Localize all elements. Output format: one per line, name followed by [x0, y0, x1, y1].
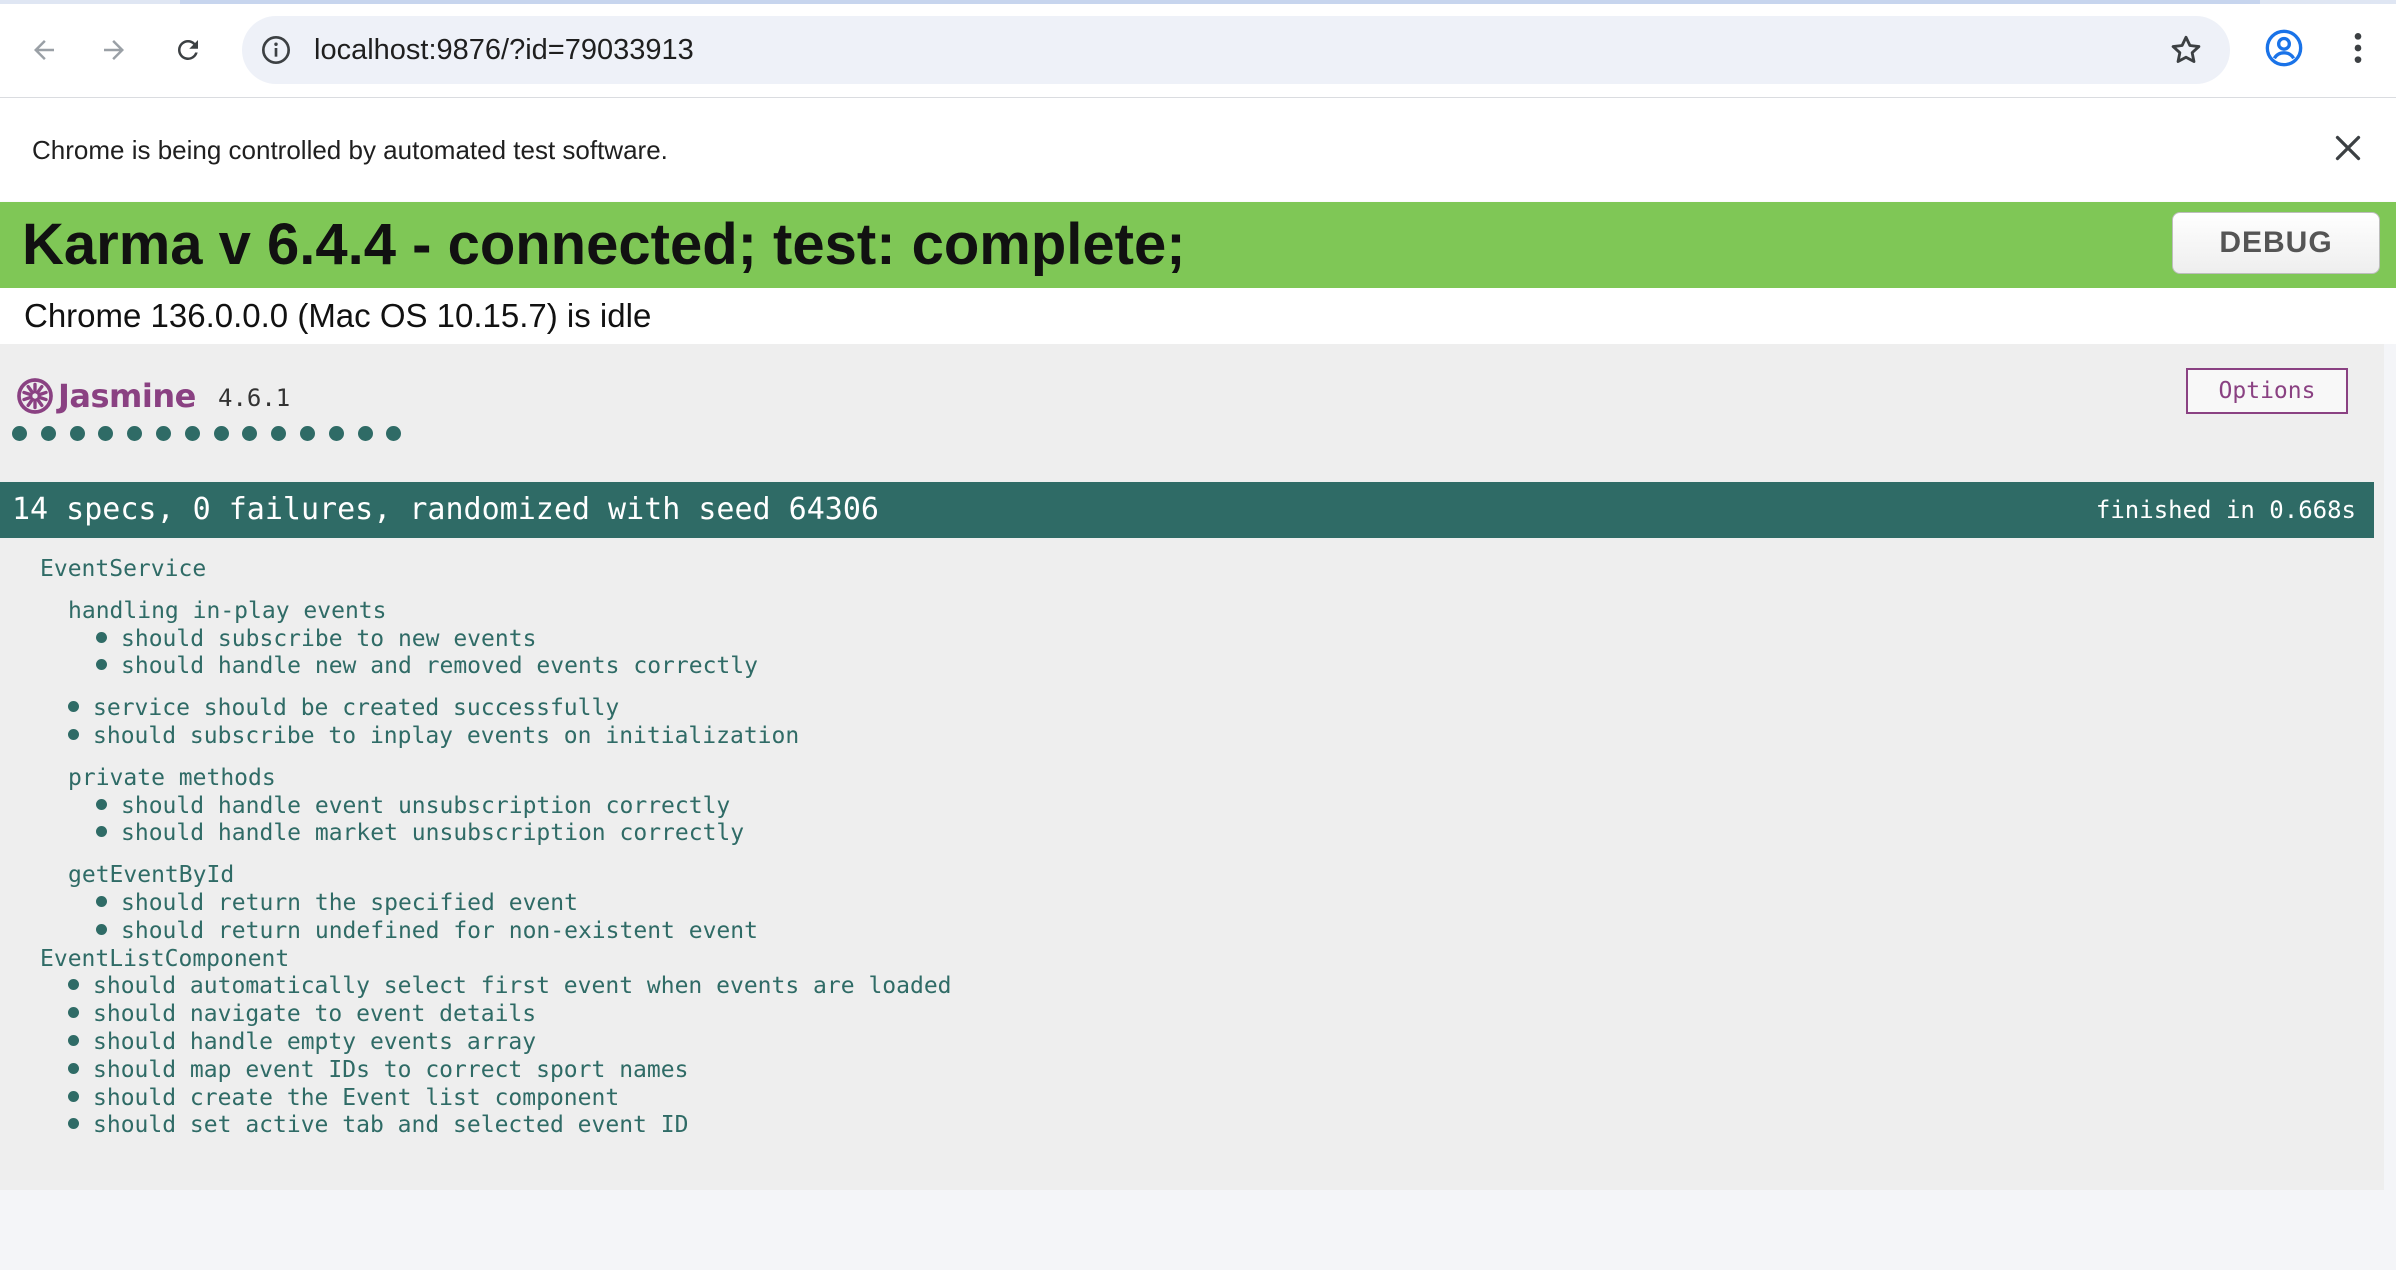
passed-spec-dot[interactable] — [184, 426, 200, 441]
spec-status-dots — [12, 426, 402, 450]
spec-item[interactable]: should return undefined for non-existent… — [96, 918, 758, 944]
passed-spec-dot[interactable] — [69, 426, 85, 441]
automation-infobar: Chrome is being controlled by automated … — [0, 98, 2396, 202]
passed-spec-dot[interactable] — [328, 426, 344, 441]
close-icon[interactable] — [2330, 130, 2366, 166]
browser-toolbar: localhost:9876/?id=79033913 — [0, 0, 2396, 98]
bookmark-star-icon[interactable] — [2168, 32, 2204, 68]
back-button[interactable] — [22, 28, 66, 72]
karma-banner: Karma v 6.4.4 - connected; test: complet… — [0, 202, 2396, 288]
spec-item[interactable]: should handle market unsubscription corr… — [96, 820, 744, 846]
passed-spec-dot[interactable] — [299, 426, 315, 441]
profile-icon[interactable] — [2264, 28, 2304, 68]
options-button[interactable]: Options — [2186, 368, 2348, 414]
arrow-left-icon — [34, 40, 54, 60]
suite-title[interactable]: handling in-play events — [68, 598, 387, 624]
passed-spec-dot[interactable] — [12, 426, 27, 441]
suite-title[interactable]: private methods — [68, 765, 276, 791]
suite-title[interactable]: EventService — [40, 556, 206, 582]
spec-item[interactable]: should create the Event list component — [68, 1085, 619, 1111]
spec-item[interactable]: should navigate to event details — [68, 1001, 536, 1027]
kebab-menu-icon[interactable] — [2338, 28, 2378, 68]
jasmine-reporter: Jasmine 4.6.1 Options 14 specs, 0 failur… — [0, 344, 2384, 1190]
browser-status: Chrome 136.0.0.0 (Mac OS 10.15.7) is idl… — [0, 288, 2396, 344]
spec-item[interactable]: should return the specified event — [96, 890, 578, 916]
spec-item[interactable]: should subscribe to inplay events on ini… — [68, 723, 799, 749]
spec-item[interactable]: should set active tab and selected event… — [68, 1112, 688, 1138]
summary-bar: 14 specs, 0 failures, randomized with se… — [0, 482, 2374, 538]
passed-spec-dot[interactable] — [98, 426, 114, 441]
jasmine-version: 4.6.1 — [218, 384, 291, 412]
passed-spec-dot[interactable] — [127, 426, 143, 441]
passed-spec-dot[interactable] — [213, 426, 229, 441]
reload-icon — [178, 40, 198, 60]
spec-item[interactable]: should automatically select first event … — [68, 973, 952, 999]
forward-button[interactable] — [92, 28, 136, 72]
url-text[interactable]: localhost:9876/?id=79033913 — [314, 16, 694, 84]
jasmine-flower-icon — [17, 378, 53, 414]
suite-title[interactable]: EventListComponent — [40, 946, 289, 972]
site-info-icon[interactable] — [260, 34, 292, 66]
browser-status-text: Chrome 136.0.0.0 (Mac OS 10.15.7) is idl… — [24, 297, 652, 334]
spec-item[interactable]: should subscribe to new events — [96, 626, 536, 652]
spec-item[interactable]: should handle new and removed events cor… — [96, 653, 758, 679]
duration-text: finished in 0.668s — [2095, 496, 2356, 524]
karma-status-title: Karma v 6.4.4 - connected; test: complet… — [22, 212, 1186, 277]
suite-title[interactable]: getEventById — [68, 862, 234, 888]
passed-spec-dot[interactable] — [242, 426, 258, 441]
passed-spec-dot[interactable] — [386, 426, 402, 441]
summary-text[interactable]: 14 specs, 0 failures, randomized with se… — [12, 482, 879, 538]
spec-item[interactable]: service should be created successfully — [68, 695, 619, 721]
debug-button[interactable]: DEBUG — [2172, 212, 2380, 274]
passed-spec-dot[interactable] — [155, 426, 171, 441]
spec-item[interactable]: should map event IDs to correct sport na… — [68, 1057, 688, 1083]
spec-item[interactable]: should handle empty events array — [68, 1029, 536, 1055]
tab-strip-edge — [0, 0, 2396, 4]
jasmine-logo: Jasmine — [14, 372, 196, 420]
passed-spec-dot[interactable] — [357, 426, 373, 441]
passed-spec-dot[interactable] — [40, 426, 56, 441]
arrow-right-icon — [104, 40, 124, 60]
infobar-message: Chrome is being controlled by automated … — [32, 135, 668, 165]
address-bar[interactable]: localhost:9876/?id=79033913 — [242, 16, 2230, 84]
passed-spec-dot[interactable] — [271, 426, 287, 441]
spec-item[interactable]: should handle event unsubscription corre… — [96, 793, 730, 819]
reload-button[interactable] — [166, 28, 210, 72]
jasmine-logo-text: Jasmine — [58, 377, 196, 415]
